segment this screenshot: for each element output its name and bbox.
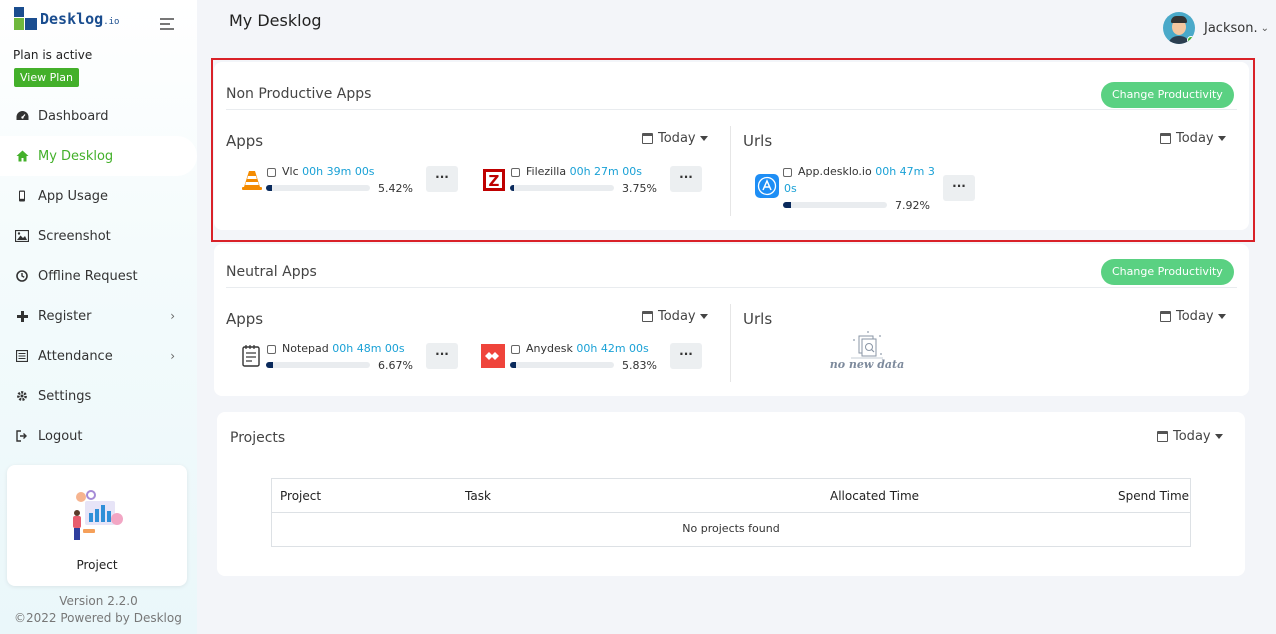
panel-title: Projects bbox=[230, 430, 286, 446]
sidebar-item-label: Attendance bbox=[38, 348, 113, 364]
plan-status: Plan is active bbox=[13, 48, 93, 62]
sidebar-item-label: App Usage bbox=[38, 188, 109, 204]
project-card-label: Project bbox=[76, 558, 118, 572]
calendar-icon bbox=[1160, 311, 1171, 322]
column-header-project[interactable]: Project bbox=[280, 489, 321, 503]
usage-bar bbox=[266, 362, 370, 368]
date-filter-label: Today bbox=[1173, 429, 1211, 444]
avatar bbox=[1163, 12, 1195, 44]
sidebar-item-app-usage[interactable]: App Usage bbox=[0, 176, 197, 216]
project-card[interactable]: Project bbox=[7, 465, 187, 586]
sidebar-item-attendance[interactable]: Attendance › bbox=[0, 336, 197, 376]
projects-date-filter[interactable]: Today bbox=[1157, 429, 1223, 444]
page-title: My Desklog bbox=[229, 11, 322, 30]
urls-section-title: Urls bbox=[743, 310, 773, 328]
sidebar-item-register[interactable]: Register › bbox=[0, 296, 197, 336]
section-divider bbox=[730, 304, 731, 382]
app-version: Version 2.2.0 bbox=[59, 594, 138, 608]
no-data-text: no new data bbox=[829, 358, 905, 371]
desklog-logo[interactable]: Desklog.io bbox=[14, 7, 119, 31]
sidebar-item-offline-request[interactable]: Offline Request bbox=[0, 256, 197, 296]
powered-by: ©2022 Powered by Desklog bbox=[14, 611, 182, 625]
chevron-down-icon: ⌄ bbox=[1260, 22, 1269, 34]
logo-text: Desklog bbox=[40, 10, 104, 28]
caret-down-icon bbox=[699, 314, 708, 319]
sidebar-item-label: My Desklog bbox=[38, 148, 114, 164]
more-options-button[interactable]: ··· bbox=[670, 343, 702, 369]
caret-down-icon bbox=[1214, 434, 1223, 439]
gear-icon bbox=[15, 389, 29, 403]
app-name: Anydesk bbox=[526, 342, 573, 355]
clock-icon bbox=[15, 269, 29, 283]
desklog-logo-icon bbox=[14, 7, 38, 31]
app-time: 00h 42m 00s bbox=[576, 342, 649, 355]
projects-table: Project Task Allocated Time Spend Time N… bbox=[271, 478, 1191, 547]
column-header-spend-time[interactable]: Spend Time bbox=[1118, 489, 1189, 503]
app-checkbox[interactable] bbox=[267, 345, 276, 354]
change-productivity-button[interactable]: Change Productivity bbox=[1101, 259, 1234, 285]
anydesk-icon bbox=[481, 344, 505, 368]
dashboard-icon bbox=[15, 109, 29, 123]
view-plan-button[interactable]: View Plan bbox=[14, 68, 80, 87]
table-empty-message: No projects found bbox=[682, 522, 780, 535]
app-time: 00h 48m 00s bbox=[332, 342, 405, 355]
sidebar-item-my-desklog[interactable]: My Desklog bbox=[0, 136, 197, 176]
user-menu[interactable]: Jackson. ⌄ bbox=[1163, 12, 1269, 44]
usage-percent: 5.83% bbox=[622, 359, 657, 372]
caret-down-icon bbox=[1217, 314, 1226, 319]
urls-date-filter[interactable]: Today bbox=[1160, 309, 1226, 324]
divider bbox=[226, 287, 1237, 288]
date-filter-label: Today bbox=[1176, 309, 1214, 324]
apps-date-filter[interactable]: Today bbox=[642, 309, 708, 324]
chevron-right-icon: › bbox=[170, 349, 175, 363]
image-icon bbox=[15, 229, 29, 243]
no-data-placeholder: no new data bbox=[822, 330, 912, 374]
usage-bar-fill bbox=[510, 362, 517, 368]
chevron-right-icon: › bbox=[170, 309, 175, 323]
sidebar-item-logout[interactable]: Logout bbox=[0, 416, 197, 456]
table-header: Project Task Allocated Time Spend Time bbox=[272, 479, 1190, 513]
sidebar-item-label: Offline Request bbox=[38, 268, 138, 284]
usage-bar bbox=[510, 362, 614, 368]
calendar-icon bbox=[1157, 431, 1168, 442]
project-illustration-icon bbox=[73, 490, 123, 540]
calendar-list-icon bbox=[15, 349, 29, 363]
column-header-task[interactable]: Task bbox=[465, 489, 491, 503]
sidebar-item-label: Register bbox=[38, 308, 92, 324]
calendar-icon bbox=[642, 311, 653, 322]
sidebar-item-label: Screenshot bbox=[38, 228, 111, 244]
user-name: Jackson. bbox=[1204, 20, 1258, 36]
apps-section-title: Apps bbox=[226, 310, 264, 328]
plus-icon bbox=[15, 309, 29, 323]
usage-bar-fill bbox=[266, 362, 273, 368]
panel-title: Neutral Apps bbox=[226, 264, 317, 280]
sidebar-item-label: Logout bbox=[38, 428, 83, 444]
logo-suffix: .io bbox=[103, 17, 120, 27]
sidebar-item-dashboard[interactable]: Dashboard bbox=[0, 96, 197, 136]
more-options-button[interactable]: ··· bbox=[426, 343, 458, 369]
sidebar-nav: Dashboard My Desklog App Usage Screensho… bbox=[0, 96, 197, 456]
column-header-allocated-time[interactable]: Allocated Time bbox=[830, 489, 919, 503]
notepad-icon bbox=[242, 345, 260, 367]
sidebar-item-settings[interactable]: Settings bbox=[0, 376, 197, 416]
menu-toggle-icon[interactable] bbox=[160, 18, 174, 30]
sidebar-item-label: Settings bbox=[38, 388, 92, 404]
sidebar-item-screenshot[interactable]: Screenshot bbox=[0, 216, 197, 256]
app-name: Notepad bbox=[282, 342, 329, 355]
sidebar-item-label: Dashboard bbox=[38, 108, 109, 124]
date-filter-label: Today bbox=[658, 309, 696, 324]
sidebar: Desklog.io Plan is active View Plan Dash… bbox=[0, 0, 197, 634]
mobile-icon bbox=[15, 189, 29, 203]
highlight-frame bbox=[211, 58, 1255, 242]
logout-icon bbox=[15, 429, 29, 443]
app-checkbox[interactable] bbox=[511, 345, 520, 354]
home-icon bbox=[15, 149, 29, 163]
online-status-icon bbox=[1187, 36, 1195, 44]
usage-percent: 6.67% bbox=[378, 359, 413, 372]
neutral-apps-panel: Neutral Apps Change Productivity Apps To… bbox=[214, 244, 1249, 396]
